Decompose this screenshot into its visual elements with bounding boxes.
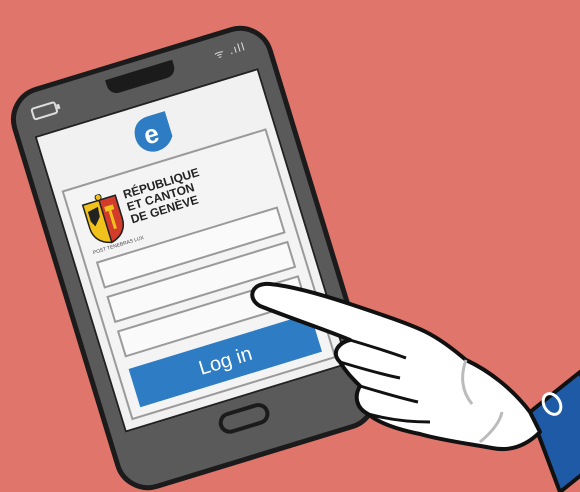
- glove-hand: [250, 281, 542, 451]
- pointing-hand-icon: [250, 281, 580, 492]
- illustration-stage: ᯤ .ıll e POST TENEBRAS LUX RÉPUBLIQUE ET…: [0, 0, 580, 492]
- battery-icon: [30, 100, 59, 121]
- government-title: RÉPUBLIQUE ET CANTON DE GENÈVE: [121, 165, 201, 227]
- phone-notch: [105, 59, 177, 96]
- signal-icon: ᯤ .ıll: [212, 40, 248, 62]
- app-logo-icon: e: [134, 111, 173, 152]
